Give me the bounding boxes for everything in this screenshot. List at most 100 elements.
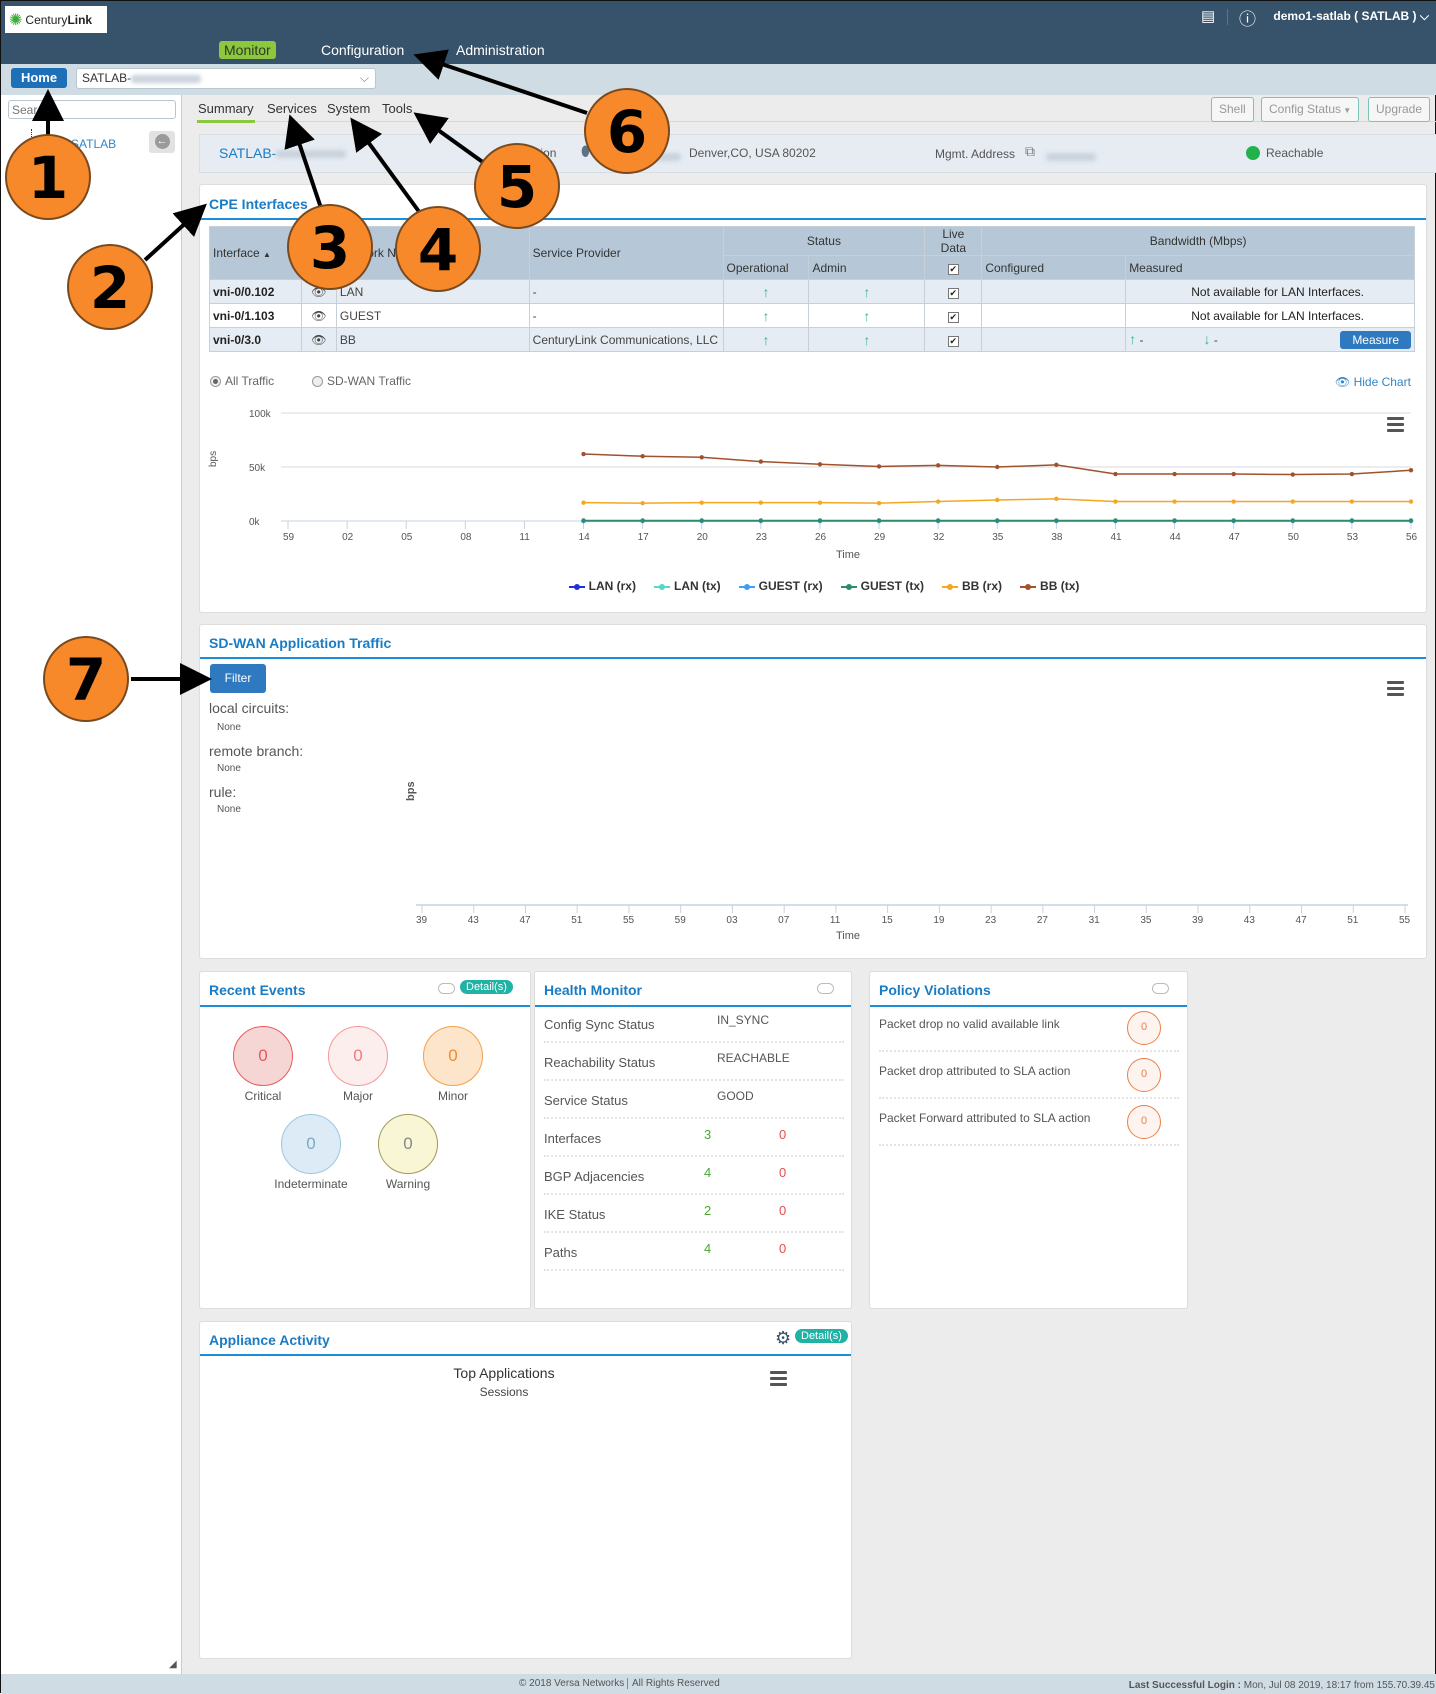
health-bad-count[interactable]: 0 xyxy=(779,1127,786,1142)
data-point[interactable] xyxy=(876,500,882,506)
data-point[interactable] xyxy=(876,518,882,523)
nav-monitor[interactable]: Monitor xyxy=(219,41,276,59)
data-point[interactable] xyxy=(640,518,645,523)
appliance-select[interactable]: SATLAB- ⌵ xyxy=(76,68,376,89)
shell-button[interactable]: Shell xyxy=(1211,97,1254,122)
event-count-major[interactable]: 0 xyxy=(328,1026,388,1086)
search-input[interactable] xyxy=(8,100,176,119)
policy-count[interactable]: 0 xyxy=(1127,1011,1161,1045)
health-bad-count[interactable]: 0 xyxy=(779,1241,786,1256)
data-point[interactable] xyxy=(758,500,764,505)
data-point[interactable] xyxy=(1113,499,1118,504)
data-point[interactable] xyxy=(1231,518,1236,523)
data-point[interactable] xyxy=(1172,499,1177,504)
resize-handle[interactable]: ◢ xyxy=(169,1659,177,1670)
column-header-provider[interactable]: Service Provider xyxy=(528,226,724,280)
legend-item[interactable]: GUEST (tx) xyxy=(840,579,924,593)
live-data-checkbox[interactable]: ✔ xyxy=(947,287,959,299)
data-point[interactable] xyxy=(581,451,586,457)
data-point[interactable] xyxy=(1054,462,1059,468)
data-point[interactable] xyxy=(1113,518,1118,523)
tab-tools[interactable]: Tools xyxy=(382,101,412,116)
data-point[interactable] xyxy=(995,497,1000,503)
data-point[interactable] xyxy=(1172,518,1177,523)
health-bad-count[interactable]: 0 xyxy=(779,1165,786,1180)
data-point[interactable] xyxy=(935,463,941,468)
live-data-all-checkbox[interactable]: ✔ xyxy=(947,263,959,275)
toggle-switch[interactable] xyxy=(438,983,455,994)
data-point[interactable] xyxy=(1231,471,1236,477)
data-point[interactable] xyxy=(640,454,645,459)
data-point[interactable] xyxy=(640,500,645,506)
legend-item[interactable]: LAN (rx) xyxy=(568,579,636,593)
info-icon[interactable]: ⓘ xyxy=(1239,5,1256,30)
data-point[interactable] xyxy=(1231,499,1236,504)
data-point[interactable] xyxy=(1054,496,1059,502)
data-point[interactable] xyxy=(1172,471,1177,477)
data-point[interactable] xyxy=(1408,518,1414,523)
data-point[interactable] xyxy=(1290,499,1295,504)
eye-icon[interactable]: 👁 xyxy=(300,303,337,328)
filter-button[interactable]: Filter xyxy=(210,664,266,693)
toggle-switch[interactable] xyxy=(1152,983,1169,994)
data-point[interactable] xyxy=(1290,472,1295,477)
radio-sdwan-traffic[interactable]: SD-WAN Traffic xyxy=(312,374,411,388)
home-button[interactable]: Home xyxy=(11,68,67,88)
details-button[interactable]: Detail(s) xyxy=(795,1329,848,1343)
data-point[interactable] xyxy=(1408,499,1414,504)
data-point[interactable] xyxy=(699,455,704,460)
health-good-count[interactable]: 2 xyxy=(704,1203,711,1218)
legend-item[interactable]: GUEST (rx) xyxy=(738,579,823,593)
details-button[interactable]: Detail(s) xyxy=(460,980,513,994)
tab-summary[interactable]: Summary xyxy=(198,101,254,116)
measure-button[interactable]: Measure xyxy=(1340,330,1411,349)
logo[interactable]: ✺ Century Link xyxy=(5,6,107,33)
event-count-warning[interactable]: 0 xyxy=(378,1114,438,1174)
data-point[interactable] xyxy=(699,500,704,505)
event-count-minor[interactable]: 0 xyxy=(423,1026,483,1086)
config-status-button[interactable]: Config Status ▼ xyxy=(1261,97,1360,122)
data-point[interactable] xyxy=(699,518,704,523)
data-point[interactable] xyxy=(1349,518,1355,523)
tab-system[interactable]: System xyxy=(327,101,370,116)
health-bad-count[interactable]: 0 xyxy=(779,1203,786,1218)
data-point[interactable] xyxy=(935,518,941,523)
live-data-checkbox[interactable]: ✔ xyxy=(947,335,959,347)
nav-configuration[interactable]: Configuration xyxy=(316,41,409,59)
data-point[interactable] xyxy=(995,518,1000,523)
tasks-icon[interactable]: ▤ xyxy=(1201,7,1215,25)
health-good-count[interactable]: 3 xyxy=(704,1127,711,1142)
tab-services[interactable]: Services xyxy=(267,101,317,116)
data-point[interactable] xyxy=(1349,471,1355,477)
radio-all-traffic[interactable]: All Traffic xyxy=(210,374,274,388)
user-menu[interactable]: demo1-satlab ( SATLAB ) ⌵ xyxy=(1273,9,1429,24)
collapse-sidebar-button[interactable]: ← xyxy=(149,131,175,153)
data-point[interactable] xyxy=(817,462,823,467)
data-point[interactable] xyxy=(1113,471,1118,477)
legend-item[interactable]: LAN (tx) xyxy=(653,579,721,593)
data-point[interactable] xyxy=(1054,518,1059,523)
legend-item[interactable]: BB (rx) xyxy=(942,579,1002,593)
data-point[interactable] xyxy=(581,500,586,505)
data-point[interactable] xyxy=(581,518,586,523)
data-point[interactable] xyxy=(758,459,764,464)
upgrade-button[interactable]: Upgrade xyxy=(1368,97,1431,122)
event-count-critical[interactable]: 0 xyxy=(233,1026,293,1086)
data-point[interactable] xyxy=(758,518,764,523)
data-point[interactable] xyxy=(995,464,1000,470)
data-point[interactable] xyxy=(935,499,941,504)
data-point[interactable] xyxy=(1290,518,1295,523)
data-point[interactable] xyxy=(817,518,823,523)
copy-icon[interactable]: ⧉ xyxy=(1025,143,1035,160)
gear-icon[interactable]: ⚙ xyxy=(775,1328,791,1349)
data-point[interactable] xyxy=(876,464,882,469)
toggle-switch[interactable] xyxy=(817,983,834,994)
event-count-indeterminate[interactable]: 0 xyxy=(281,1114,341,1174)
eye-icon[interactable]: 👁 xyxy=(300,327,337,352)
data-point[interactable] xyxy=(817,500,823,505)
policy-count[interactable]: 0 xyxy=(1127,1105,1161,1139)
health-good-count[interactable]: 4 xyxy=(704,1165,711,1180)
chart-menu-icon[interactable] xyxy=(1387,681,1404,699)
chart-menu-icon[interactable] xyxy=(770,1371,787,1389)
legend-item[interactable]: BB (tx) xyxy=(1020,579,1079,593)
